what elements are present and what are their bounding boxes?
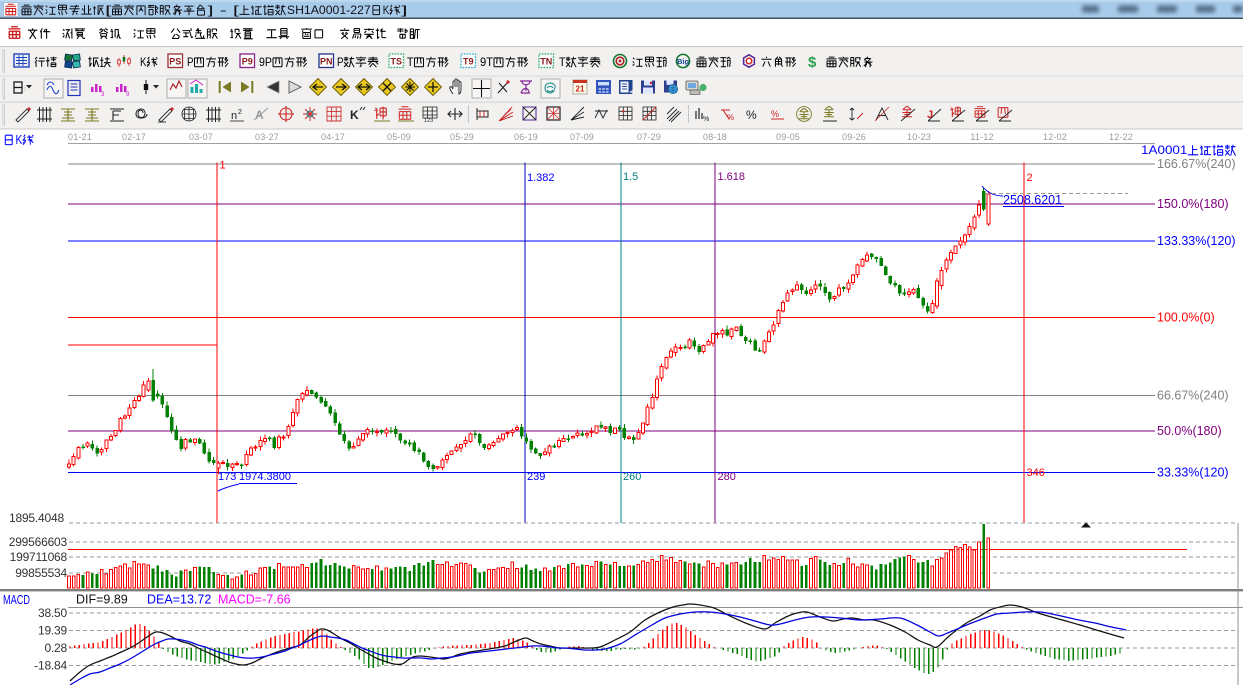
svg-text:11-12: 11-12 xyxy=(970,132,993,142)
svg-text:DEA=13.72: DEA=13.72 xyxy=(147,593,211,607)
svg-text:1.5: 1.5 xyxy=(623,171,638,183)
svg-text:03-07: 03-07 xyxy=(189,132,213,142)
svg-text:166.67%(240): 166.67%(240) xyxy=(1157,157,1236,171)
svg-text:K: K xyxy=(350,108,359,122)
svg-text:TS: TS xyxy=(391,56,403,66)
svg-text:2: 2 xyxy=(1027,172,1033,184)
svg-text:33.33%(120): 33.33%(120) xyxy=(1157,466,1229,480)
svg-text:260: 260 xyxy=(623,471,641,483)
svg-text:1.618: 1.618 xyxy=(718,171,746,183)
svg-text:1895.4048: 1895.4048 xyxy=(9,511,64,525)
svg-text:DIF=9.89: DIF=9.89 xyxy=(76,593,128,607)
svg-text:21: 21 xyxy=(576,85,585,94)
svg-text:P: P xyxy=(187,55,194,69)
svg-text:12-02: 12-02 xyxy=(1043,132,1067,142)
svg-text:299566603: 299566603 xyxy=(9,535,68,549)
svg-text:05-29: 05-29 xyxy=(450,132,474,142)
svg-text:03-27: 03-27 xyxy=(255,132,279,142)
svg-text:T: T xyxy=(407,55,414,69)
svg-text:04-17: 04-17 xyxy=(321,132,345,142)
svg-text:K: K xyxy=(16,133,23,147)
svg-text:1.382: 1.382 xyxy=(527,172,555,184)
svg-text:07-09: 07-09 xyxy=(570,132,594,142)
svg-text:MACD=-7.66: MACD=-7.66 xyxy=(218,593,291,607)
svg-text:1A0001: 1A0001 xyxy=(1141,143,1188,157)
svg-text:19.39: 19.39 xyxy=(38,624,68,638)
svg-text:K: K xyxy=(383,3,390,17)
svg-text:346: 346 xyxy=(1027,467,1045,479)
svg-text:SH1A0001-227: SH1A0001-227 xyxy=(287,3,371,17)
svg-text:239: 239 xyxy=(527,471,545,483)
svg-text:T9: T9 xyxy=(463,56,474,66)
svg-text:TN: TN xyxy=(540,56,552,66)
svg-text:T: T xyxy=(559,55,566,69)
svg-text:12-22: 12-22 xyxy=(1109,132,1133,142)
svg-text:133.33%(120): 133.33%(120) xyxy=(1157,234,1236,248)
svg-text:173: 173 xyxy=(218,471,236,483)
svg-text:02-17: 02-17 xyxy=(122,132,146,142)
svg-text:9P: 9P xyxy=(259,55,272,69)
svg-text:10-23: 10-23 xyxy=(907,132,931,142)
svg-text:07-29: 07-29 xyxy=(637,132,661,142)
svg-text:-18.84: -18.84 xyxy=(34,659,67,673)
svg-text:P9: P9 xyxy=(242,56,253,66)
svg-text:%: % xyxy=(727,113,734,122)
svg-text:1974.3800: 1974.3800 xyxy=(239,471,291,483)
svg-text:123: 123 xyxy=(424,118,433,124)
svg-text:P: P xyxy=(337,55,344,69)
svg-text:09-05: 09-05 xyxy=(776,132,800,142)
svg-text:66.67%(240): 66.67%(240) xyxy=(1157,389,1229,403)
svg-text:n: n xyxy=(231,110,237,122)
svg-text:%: % xyxy=(771,109,779,119)
svg-text:0.28: 0.28 xyxy=(44,641,67,655)
svg-text:K: K xyxy=(140,55,147,69)
svg-text:PS: PS xyxy=(169,56,181,66)
svg-text:09-26: 09-26 xyxy=(842,132,866,142)
svg-text:2: 2 xyxy=(238,109,242,116)
svg-text:50.0%(180): 50.0%(180) xyxy=(1157,424,1222,438)
svg-text:99855534: 99855534 xyxy=(15,566,67,580)
svg-text:06-19: 06-19 xyxy=(514,132,538,142)
svg-text:280: 280 xyxy=(718,471,736,483)
svg-text:01-21: 01-21 xyxy=(68,132,92,142)
svg-text:1: 1 xyxy=(220,160,226,172)
svg-text:Big: Big xyxy=(677,57,690,66)
svg-text:%: % xyxy=(703,116,709,123)
svg-text:100.0%(0): 100.0%(0) xyxy=(1157,311,1215,325)
svg-text:05-09: 05-09 xyxy=(387,132,411,142)
svg-text:38.50: 38.50 xyxy=(38,606,68,620)
svg-text:] - [: ] - [ xyxy=(208,3,241,17)
svg-text:9T: 9T xyxy=(480,55,494,69)
svg-text:MACD: MACD xyxy=(3,593,30,607)
svg-text:%: % xyxy=(746,108,757,122)
svg-text:2508.6201: 2508.6201 xyxy=(1003,193,1062,207)
svg-text:PN: PN xyxy=(320,56,333,66)
svg-text:$: $ xyxy=(808,54,817,71)
svg-text:]: ] xyxy=(401,3,408,17)
svg-text:08-18: 08-18 xyxy=(703,132,727,142)
svg-text:199711068: 199711068 xyxy=(10,550,68,564)
svg-text:150.0%(180): 150.0%(180) xyxy=(1157,197,1229,211)
